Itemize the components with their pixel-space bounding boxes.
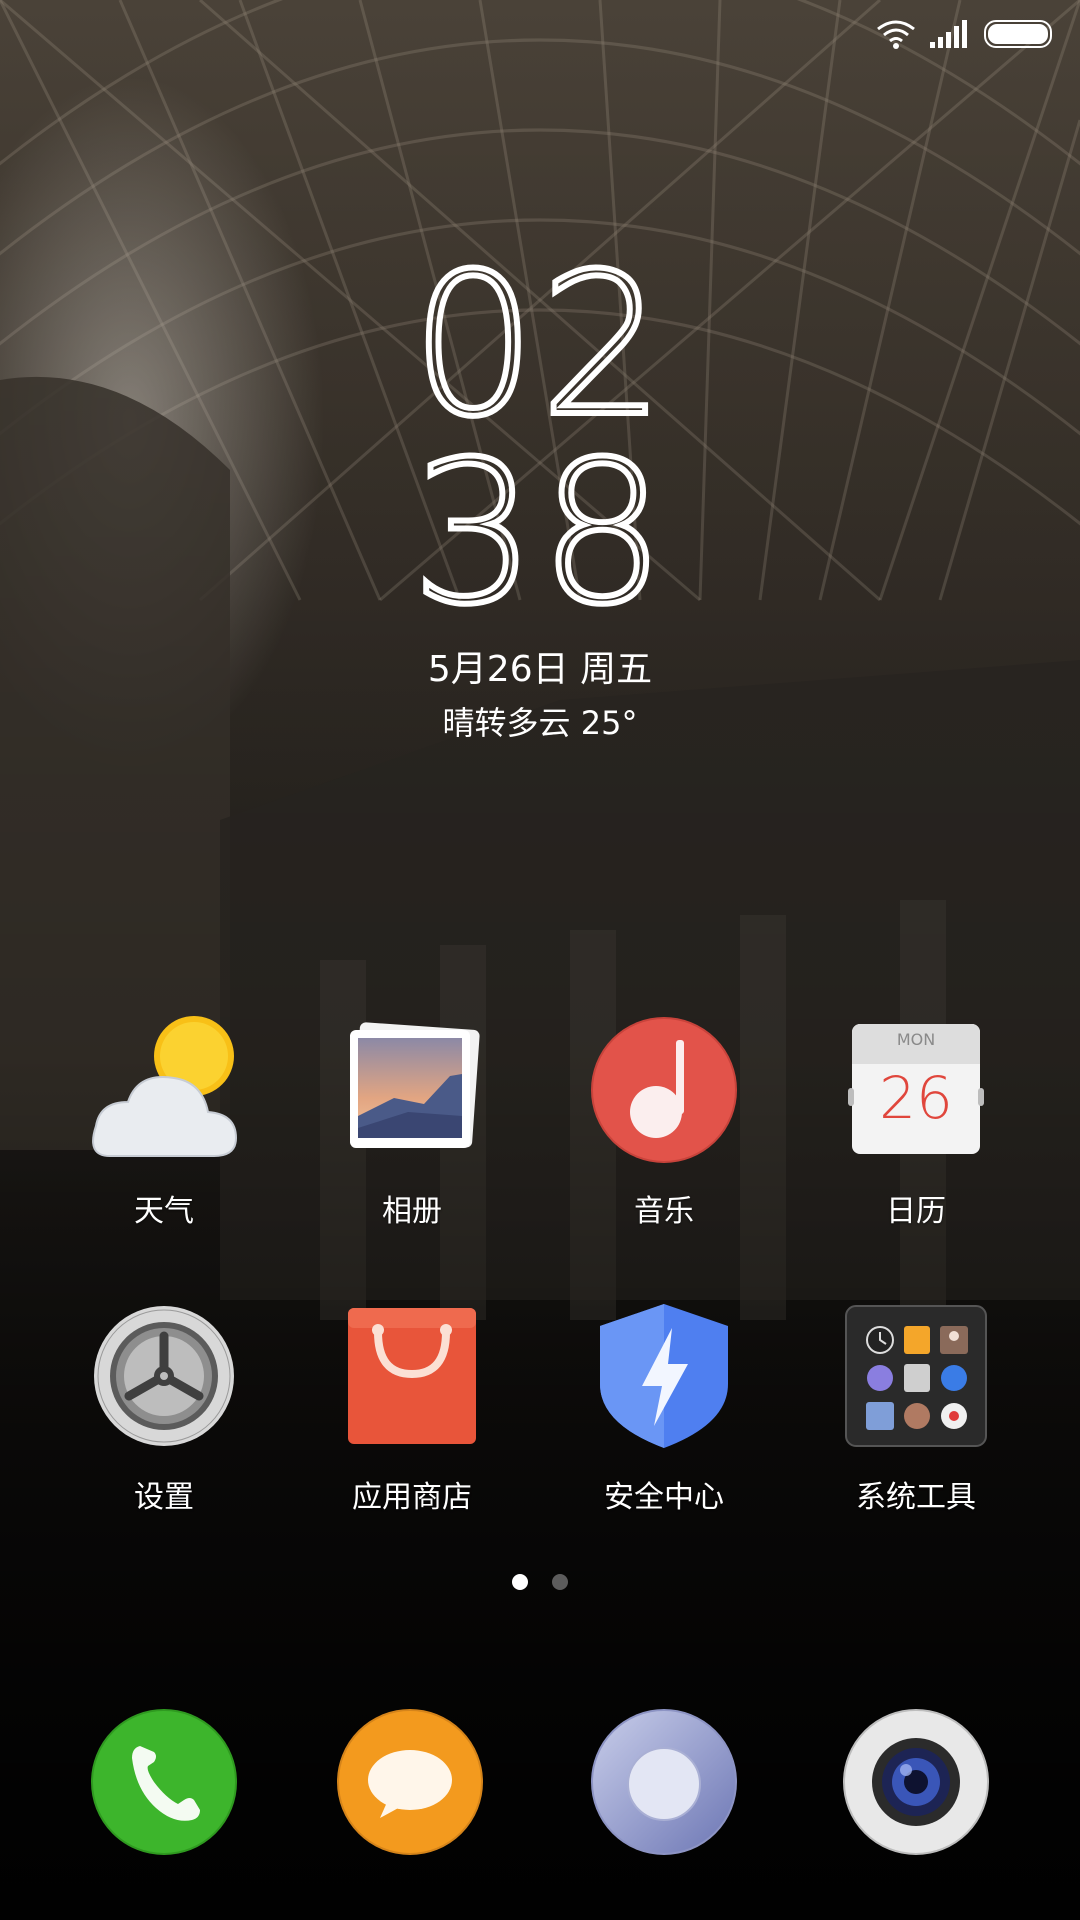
app-label: 相册 [382, 1194, 442, 1229]
app-weather[interactable]: 天气 [64, 1016, 264, 1230]
battery-icon [984, 20, 1052, 48]
camera-icon [843, 1709, 989, 1855]
app-label: 系统工具 [856, 1480, 976, 1515]
calendar-icon: MON 26 [842, 1016, 990, 1164]
battery-level [988, 24, 1048, 44]
clock-hour-text: 02 [408, 232, 669, 460]
clock-hour: 02 [0, 232, 1080, 460]
app-settings[interactable]: 设置 [64, 1302, 264, 1516]
gallery-icon [338, 1016, 486, 1164]
app-label: 音乐 [634, 1194, 694, 1229]
app-label: 日历 [886, 1194, 946, 1229]
page-indicator [0, 1574, 1080, 1590]
security-shield-icon [590, 1302, 738, 1450]
status-bar [876, 18, 1052, 50]
browser-icon [591, 1709, 737, 1855]
home-screen: 02 38 5月26日 周五 晴转多云 25° 天气 相册 音乐 MON 26 … [0, 0, 1080, 1920]
dock-browser[interactable] [590, 1708, 738, 1856]
clock-minute: 38 [0, 420, 1080, 648]
dock-messages[interactable] [336, 1708, 484, 1856]
signal-bars-icon [930, 20, 967, 48]
weather-text: 晴转多云 25° [442, 704, 638, 742]
app-gallery[interactable]: 相册 [312, 1016, 512, 1230]
app-calendar[interactable]: MON 26 日历 [816, 1016, 1016, 1230]
app-label: 应用商店 [352, 1480, 472, 1515]
app-label: 设置 [134, 1480, 194, 1515]
page-dot-1[interactable] [512, 1574, 528, 1590]
app-store[interactable]: 应用商店 [312, 1302, 512, 1516]
app-label: 天气 [134, 1194, 194, 1229]
messages-icon [337, 1709, 483, 1855]
music-icon [590, 1016, 738, 1164]
clock-minute-text: 38 [408, 420, 669, 648]
app-label: 安全中心 [604, 1480, 724, 1515]
dock-phone[interactable] [90, 1708, 238, 1856]
settings-gear-icon [90, 1302, 238, 1450]
phone-icon [91, 1709, 237, 1855]
app-music[interactable]: 音乐 [564, 1016, 764, 1230]
wifi-icon [877, 20, 915, 49]
weather-icon [90, 1016, 238, 1164]
calendar-weekday: MON [896, 1030, 936, 1049]
calendar-date: 26 [879, 1064, 953, 1132]
dock-camera[interactable] [842, 1708, 990, 1856]
date-text: 5月26日 周五 [427, 649, 653, 690]
app-system-tools[interactable]: 系统工具 [816, 1302, 1016, 1516]
app-security-center[interactable]: 安全中心 [564, 1302, 764, 1516]
page-dot-2[interactable] [552, 1574, 568, 1590]
app-store-bag-icon [338, 1302, 486, 1450]
system-tools-folder-icon [842, 1302, 990, 1450]
